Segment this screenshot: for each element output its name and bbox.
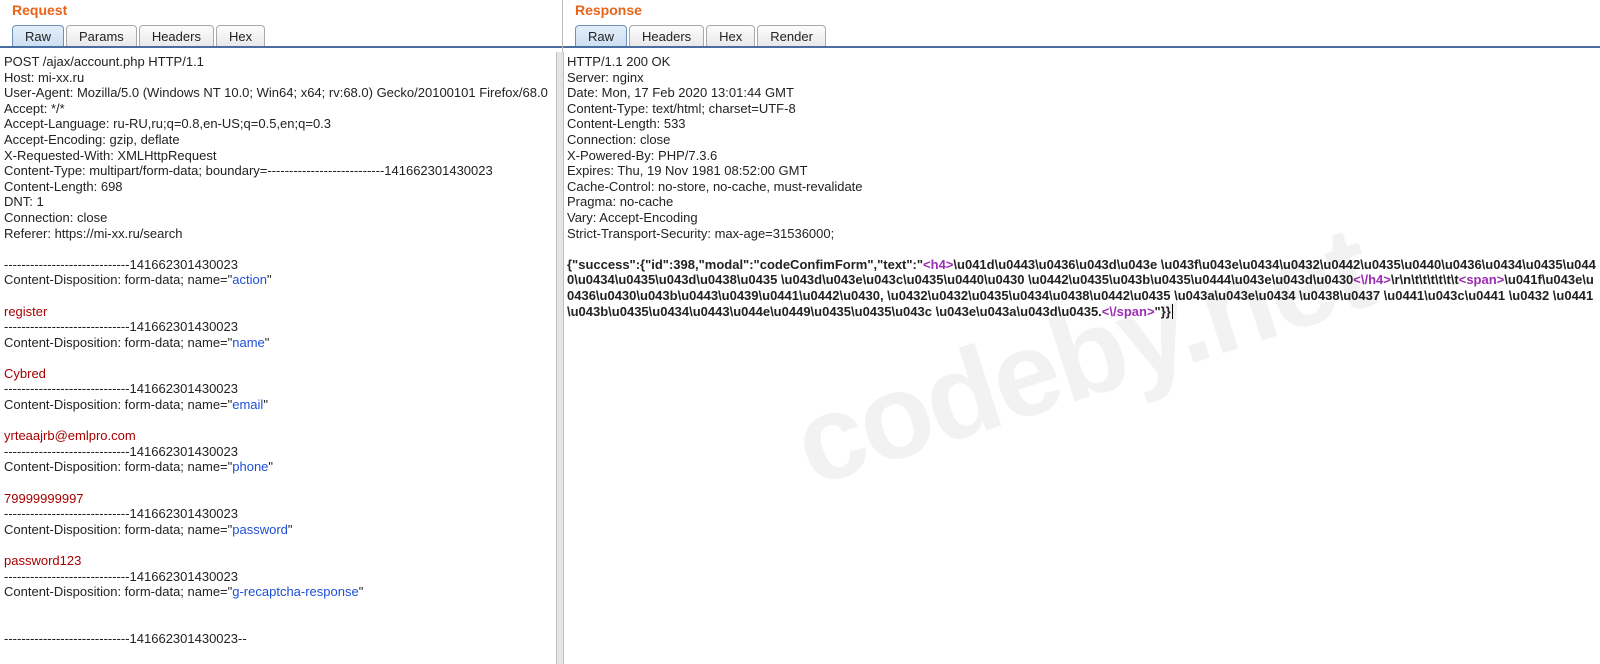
request-line: -----------------------------14166230143… <box>4 319 558 335</box>
request-line: Content-Type: multipart/form-data; bound… <box>4 163 558 179</box>
request-line: Host: mi-xx.ru <box>4 70 558 86</box>
request-line: Content-Disposition: form-data; name="em… <box>4 397 558 413</box>
request-line: password123 <box>4 553 558 569</box>
tab-request-headers[interactable]: Headers <box>139 25 214 46</box>
tab-request-params[interactable]: Params <box>66 25 137 46</box>
tab-response-headers[interactable]: Headers <box>629 25 704 46</box>
request-line: Connection: close <box>4 210 558 226</box>
request-line <box>4 241 558 257</box>
request-line: Content-Disposition: form-data; name="ph… <box>4 459 558 475</box>
request-line: Accept-Encoding: gzip, deflate <box>4 132 558 148</box>
tab-response-hex[interactable]: Hex <box>706 25 755 46</box>
response-line: Content-Type: text/html; charset=UTF-8 <box>567 101 1596 117</box>
request-line <box>4 350 558 366</box>
response-line: Strict-Transport-Security: max-age=31536… <box>567 226 1596 242</box>
request-line: -----------------------------14166230143… <box>4 631 558 647</box>
request-line <box>4 288 558 304</box>
request-line: Accept-Language: ru-RU,ru;q=0.8,en-US;q=… <box>4 116 558 132</box>
request-line: Content-Length: 698 <box>4 179 558 195</box>
response-line: Server: nginx <box>567 70 1596 86</box>
request-content[interactable]: POST /ajax/account.php HTTP/1.1Host: mi-… <box>0 48 562 664</box>
request-line: Referer: https://mi-xx.ru/search <box>4 226 558 242</box>
response-line: Expires: Thu, 19 Nov 1981 08:52:00 GMT <box>567 163 1596 179</box>
tab-request-raw[interactable]: Raw <box>12 25 64 46</box>
request-line: -----------------------------14166230143… <box>4 257 558 273</box>
request-line <box>4 615 558 631</box>
response-line: HTTP/1.1 200 OK <box>567 54 1596 70</box>
request-line <box>4 600 558 616</box>
response-title: Response <box>563 0 1600 22</box>
request-line <box>4 537 558 553</box>
request-panel: Request Raw Params Headers Hex POST /aja… <box>0 0 563 664</box>
request-line: Cybred <box>4 366 558 382</box>
tab-request-hex[interactable]: Hex <box>216 25 265 46</box>
request-tabs: Raw Params Headers Hex <box>0 22 562 48</box>
response-line: Vary: Accept-Encoding <box>567 210 1596 226</box>
request-line: register <box>4 304 558 320</box>
response-tabs: Raw Headers Hex Render <box>563 22 1600 48</box>
request-line: Content-Disposition: form-data; name="ac… <box>4 272 558 288</box>
request-line: Accept: */* <box>4 101 558 117</box>
response-line: {"success":{"id":398,"modal":"codeConfim… <box>567 257 1596 319</box>
response-line: Cache-Control: no-store, no-cache, must-… <box>567 179 1596 195</box>
response-line: Connection: close <box>567 132 1596 148</box>
request-line <box>4 475 558 491</box>
response-line: X-Powered-By: PHP/7.3.6 <box>567 148 1596 164</box>
request-line: Content-Disposition: form-data; name="pa… <box>4 522 558 538</box>
request-line: X-Requested-With: XMLHttpRequest <box>4 148 558 164</box>
response-line: Content-Length: 533 <box>567 116 1596 132</box>
request-line: DNT: 1 <box>4 194 558 210</box>
request-line: -----------------------------14166230143… <box>4 381 558 397</box>
request-line: Content-Disposition: form-data; name="na… <box>4 335 558 351</box>
response-panel: Response Raw Headers Hex Render HTTP/1.1… <box>563 0 1600 664</box>
tab-response-raw[interactable]: Raw <box>575 25 627 46</box>
request-line: -----------------------------14166230143… <box>4 569 558 585</box>
request-line <box>4 413 558 429</box>
request-line: 79999999997 <box>4 491 558 507</box>
request-line: POST /ajax/account.php HTTP/1.1 <box>4 54 558 70</box>
request-line: Content-Disposition: form-data; name="g-… <box>4 584 558 600</box>
tab-response-render[interactable]: Render <box>757 25 826 46</box>
response-line: Pragma: no-cache <box>567 194 1596 210</box>
request-title: Request <box>0 0 562 22</box>
request-line: -----------------------------14166230143… <box>4 506 558 522</box>
response-line <box>567 241 1596 257</box>
request-line: User-Agent: Mozilla/5.0 (Windows NT 10.0… <box>4 85 558 101</box>
response-content[interactable]: HTTP/1.1 200 OKServer: nginxDate: Mon, 1… <box>563 48 1600 664</box>
response-line: Date: Mon, 17 Feb 2020 13:01:44 GMT <box>567 85 1596 101</box>
request-line: -----------------------------14166230143… <box>4 444 558 460</box>
request-line: yrteaajrb@emlpro.com <box>4 428 558 444</box>
